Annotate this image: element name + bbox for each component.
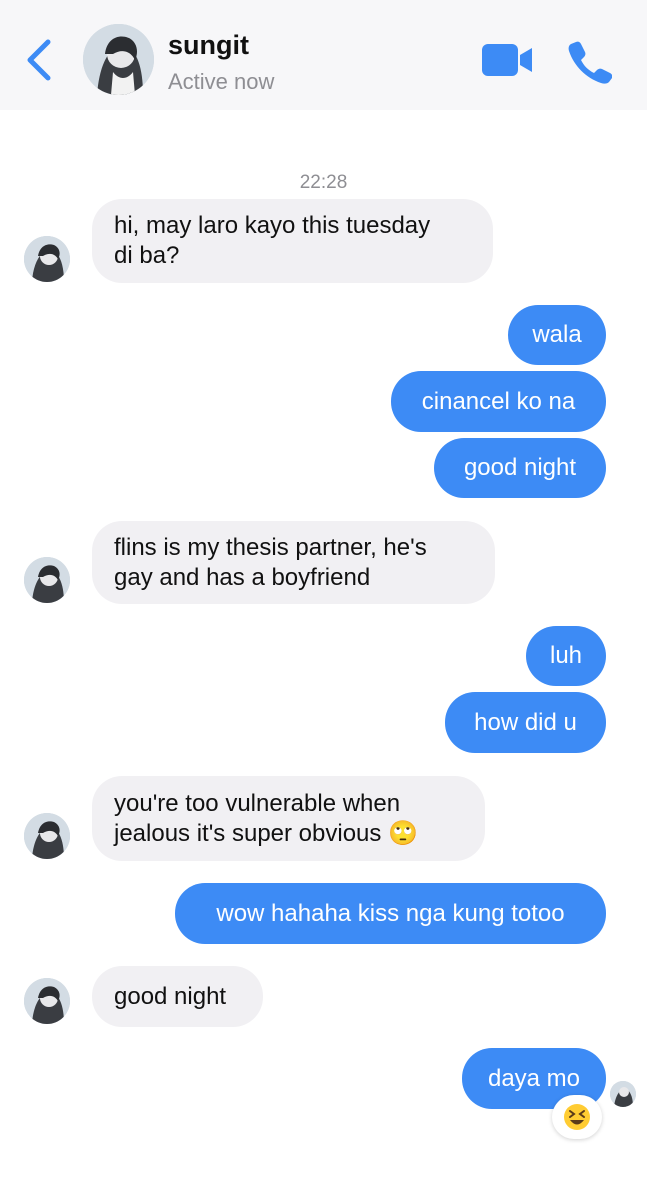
incoming-message[interactable]: you're too vulnerable when jealous it's … — [92, 776, 485, 861]
seen-avatar — [610, 1081, 636, 1107]
outgoing-message[interactable]: cinancel ko na — [391, 371, 606, 432]
phone-icon[interactable] — [566, 38, 612, 84]
outgoing-message[interactable]: wala — [508, 305, 606, 365]
contact-name[interactable]: sungit — [168, 30, 249, 61]
outgoing-message[interactable]: how did u — [445, 692, 606, 753]
incoming-message[interactable]: good night — [92, 966, 263, 1027]
message-reaction[interactable] — [552, 1095, 602, 1139]
laughing-emoji-icon — [564, 1104, 590, 1130]
outgoing-message[interactable]: good night — [434, 438, 606, 498]
active-status: Active now — [168, 69, 275, 94]
outgoing-message[interactable]: wow hahaha kiss nga kung totoo — [175, 883, 606, 944]
contact-avatar-small — [24, 813, 70, 859]
contact-avatar-small — [24, 978, 70, 1024]
outgoing-message[interactable]: luh — [526, 626, 606, 686]
contact-avatar-small — [24, 236, 70, 282]
chat-header: sungit Active now — [0, 0, 647, 110]
video-camera-icon[interactable] — [480, 40, 536, 80]
message-timestamp: 22:28 — [299, 172, 348, 193]
contact-avatar[interactable] — [83, 24, 154, 95]
chevron-left-icon[interactable] — [22, 36, 58, 84]
incoming-message[interactable]: flins is my thesis partner, he's gay and… — [92, 521, 495, 604]
contact-avatar-small — [24, 557, 70, 603]
incoming-message[interactable]: hi, may laro kayo this tuesday di ba? — [92, 199, 493, 283]
